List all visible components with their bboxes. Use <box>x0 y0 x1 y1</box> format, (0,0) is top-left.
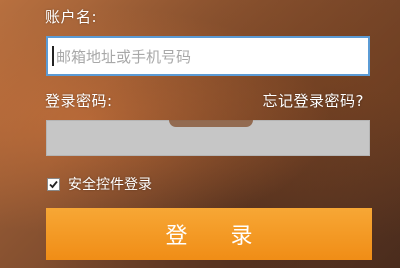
forgot-password-link[interactable]: 忘记登录密码? <box>263 92 364 110</box>
password-label: 登录密码: <box>45 92 113 110</box>
secure-control-row[interactable]: 安全控件登录 <box>47 174 152 194</box>
secure-control-label: 安全控件登录 <box>68 177 152 193</box>
password-field-notch <box>169 120 253 127</box>
checkmark-icon <box>49 180 58 188</box>
account-input[interactable]: 邮箱地址或手机号码 <box>46 36 370 76</box>
login-button[interactable]: 登 录 <box>46 208 372 260</box>
account-label: 账户名: <box>45 8 98 26</box>
password-input[interactable] <box>46 120 370 156</box>
secure-control-checkbox[interactable] <box>47 177 60 191</box>
text-caret <box>52 46 54 66</box>
account-placeholder: 邮箱地址或手机号码 <box>56 47 192 66</box>
